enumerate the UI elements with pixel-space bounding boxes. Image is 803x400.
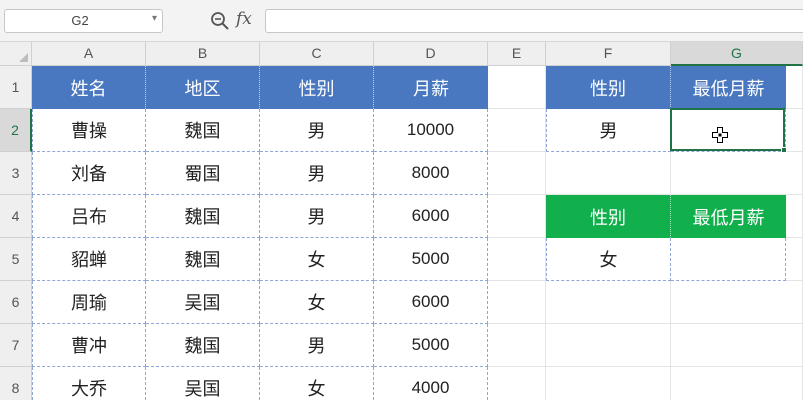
table-cell-region[interactable]: 吴国 xyxy=(146,367,260,400)
table-cell-gender[interactable]: 男 xyxy=(260,195,374,238)
table-header-name[interactable]: 姓名 xyxy=(32,66,146,109)
lookup1-cell-gender[interactable]: 男 xyxy=(546,109,671,152)
table-header-salary[interactable]: 月薪 xyxy=(374,66,488,109)
table-cell-salary[interactable]: 5000 xyxy=(374,324,488,367)
lookup1-header-min-salary[interactable]: 最低月薪 xyxy=(671,66,786,109)
table-cell-salary[interactable]: 6000 xyxy=(374,195,488,238)
table-cell-salary[interactable]: 10000 xyxy=(374,109,488,152)
table-cell-region[interactable]: 魏国 xyxy=(146,195,260,238)
table-cell-salary[interactable]: 4000 xyxy=(374,367,488,400)
table-cell-gender[interactable]: 男 xyxy=(260,109,374,152)
lookup1-header-gender[interactable]: 性别 xyxy=(546,66,671,109)
row-header-2[interactable]: 2 xyxy=(0,109,32,152)
table-header-region[interactable]: 地区 xyxy=(146,66,260,109)
chevron-down-icon[interactable]: ▾ xyxy=(152,13,157,24)
row-header-7[interactable]: 7 xyxy=(0,324,32,367)
table-cell-gender[interactable]: 女 xyxy=(260,238,374,281)
table-cell-name[interactable]: 大乔 xyxy=(32,367,146,400)
name-box[interactable]: G2 ▾ xyxy=(4,9,163,33)
table-cell-name[interactable]: 吕布 xyxy=(32,195,146,238)
table-cell-gender[interactable]: 男 xyxy=(260,152,374,195)
table-cell-region[interactable]: 魏国 xyxy=(146,324,260,367)
table-cell-salary[interactable]: 5000 xyxy=(374,238,488,281)
column-header-f[interactable]: F xyxy=(546,42,671,66)
table-cell-salary[interactable]: 8000 xyxy=(374,152,488,195)
name-box-value: G2 xyxy=(71,13,89,28)
table-header-gender[interactable]: 性别 xyxy=(260,66,374,109)
row-header-6[interactable]: 6 xyxy=(0,281,32,324)
lookup2-header-gender[interactable]: 性别 xyxy=(546,195,671,238)
row-header-4[interactable]: 4 xyxy=(0,195,32,238)
table-cell-name[interactable]: 曹冲 xyxy=(32,324,146,367)
lookup2-header-min-salary[interactable]: 最低月薪 xyxy=(671,195,786,238)
formula-bar: G2 ▾ fx xyxy=(0,0,803,42)
table-cell-name[interactable]: 刘备 xyxy=(32,152,146,195)
table-cell-gender[interactable]: 女 xyxy=(260,281,374,324)
column-header-g[interactable]: G xyxy=(671,42,803,66)
formula-input[interactable] xyxy=(265,9,803,33)
row-header-5[interactable]: 5 xyxy=(0,238,32,281)
column-header-c[interactable]: C xyxy=(260,42,374,66)
table-cell-region[interactable]: 蜀国 xyxy=(146,152,260,195)
table-cell-region[interactable]: 魏国 xyxy=(146,238,260,281)
cell-select-cursor-icon xyxy=(712,127,728,143)
zoom-formula-icon[interactable] xyxy=(210,11,230,31)
lookup2-cell-gender[interactable]: 女 xyxy=(546,238,671,281)
column-header-e[interactable]: E xyxy=(488,42,546,66)
fill-handle[interactable] xyxy=(781,147,787,153)
select-all-icon xyxy=(19,53,28,62)
fx-icon[interactable]: fx xyxy=(236,9,252,29)
table-cell-name[interactable]: 貂蝉 xyxy=(32,238,146,281)
table-cell-name[interactable]: 周瑜 xyxy=(32,281,146,324)
table-cell-salary[interactable]: 6000 xyxy=(374,281,488,324)
table-cell-gender[interactable]: 女 xyxy=(260,367,374,400)
lookup2-cell-min-salary[interactable] xyxy=(671,238,786,281)
table-cell-gender[interactable]: 男 xyxy=(260,324,374,367)
column-header-b[interactable]: B xyxy=(146,42,260,66)
row-header-1[interactable]: 1 xyxy=(0,66,32,109)
table-cell-region[interactable]: 魏国 xyxy=(146,109,260,152)
row-header-3[interactable]: 3 xyxy=(0,152,32,195)
column-header-d[interactable]: D xyxy=(374,42,488,66)
column-header-a[interactable]: A xyxy=(32,42,146,66)
select-all-corner[interactable] xyxy=(0,42,32,66)
table-cell-name[interactable]: 曹操 xyxy=(32,109,146,152)
table-cell-region[interactable]: 吴国 xyxy=(146,281,260,324)
row-header-8[interactable]: 8 xyxy=(0,367,32,400)
